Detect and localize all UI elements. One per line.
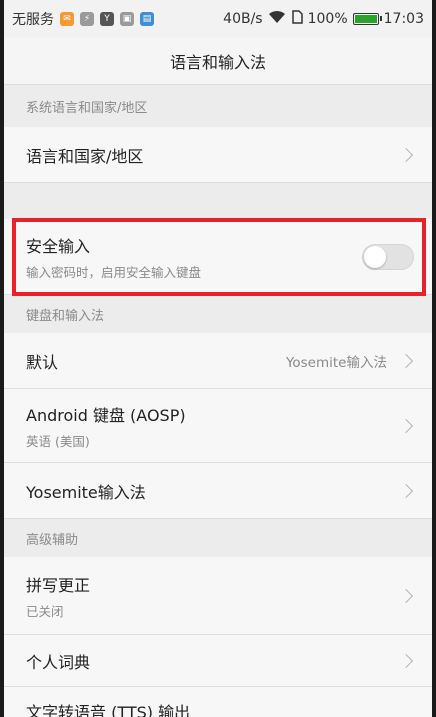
settings-screen: 无服务 ✉ ⚡ Y ▣ ▤ 40B/s 100% 17:03 语言和输入法 系统… — [4, 0, 432, 717]
wifi-icon — [268, 10, 286, 28]
status-bar: 无服务 ✉ ⚡ Y ▣ ▤ 40B/s 100% 17:03 — [4, 0, 432, 38]
page-title: 语言和输入法 — [4, 38, 432, 85]
chevron-right-icon — [398, 418, 414, 433]
section-spacer — [4, 183, 432, 219]
notification-y-icon: Y — [100, 12, 114, 26]
personal-dictionary-title: 个人词典 — [26, 652, 91, 672]
aosp-keyboard-subtitle: 英语 (美国) — [26, 433, 90, 449]
personal-dictionary-item[interactable]: 个人词典 — [4, 635, 432, 687]
chevron-right-icon — [398, 653, 414, 668]
aosp-keyboard-title: Android 键盘 (AOSP) — [26, 405, 186, 425]
tts-output-item[interactable]: 文字转语音 (TTS) 输出 — [4, 687, 432, 717]
chevron-right-icon — [398, 483, 414, 498]
chevron-right-icon — [398, 147, 414, 162]
secure-input-title: 安全输入 — [26, 236, 91, 256]
toggle-knob — [364, 245, 386, 268]
network-speed: 40B/s — [223, 11, 263, 27]
sim-icon — [291, 10, 303, 28]
yosemite-keyboard-title: Yosemite输入法 — [26, 482, 146, 502]
secure-input-item[interactable]: 安全输入 输入密码时，启用安全输入键盘 — [4, 219, 432, 295]
default-keyboard-item[interactable]: 默认 Yosemite输入法 — [4, 333, 432, 389]
chevron-right-icon — [398, 353, 414, 368]
carrier-label: 无服务 — [12, 12, 54, 28]
language-region-title: 语言和国家/地区 — [26, 146, 144, 166]
language-region-item[interactable]: 语言和国家/地区 — [4, 127, 432, 183]
app-notification-icon: ✉ — [60, 12, 74, 26]
image-notification-icon: ▣ — [120, 12, 134, 26]
tts-output-title: 文字转语音 (TTS) 输出 — [26, 703, 191, 717]
battery-percent: 100% — [307, 11, 348, 27]
yosemite-keyboard-item[interactable]: Yosemite输入法 — [4, 463, 432, 519]
section-header-keyboard: 键盘和输入法 — [4, 295, 432, 333]
default-keyboard-title: 默认 — [26, 352, 59, 372]
spell-check-subtitle: 已关闭 — [26, 603, 64, 619]
secure-input-subtitle: 输入密码时，启用安全输入键盘 — [26, 264, 202, 280]
message-notification-icon: ▤ — [140, 12, 154, 26]
aosp-keyboard-item[interactable]: Android 键盘 (AOSP) 英语 (美国) — [4, 389, 432, 463]
chevron-right-icon — [398, 588, 414, 603]
section-header-advanced: 高级辅助 — [4, 519, 432, 557]
spell-check-item[interactable]: 拼写更正 已关闭 — [4, 557, 432, 635]
clock: 17:03 — [383, 11, 424, 27]
usb-icon: ⚡ — [80, 12, 94, 26]
spell-check-title: 拼写更正 — [26, 575, 91, 595]
battery-icon — [352, 13, 382, 25]
default-keyboard-value: Yosemite输入法 — [285, 354, 387, 371]
section-header-system-language: 系统语言和国家/地区 — [4, 85, 432, 127]
secure-input-toggle[interactable] — [362, 243, 414, 270]
